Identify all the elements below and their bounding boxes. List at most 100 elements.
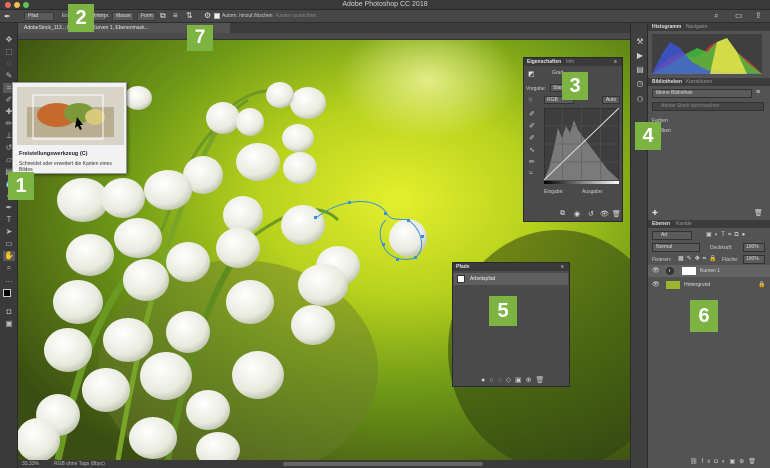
path-operations-icon[interactable]: ⧉ [160, 11, 166, 21]
layer-filter-icons[interactable]: ▣◐T⌗⧉● [706, 231, 748, 239]
library-select[interactable]: Meine Bibliothek [652, 89, 752, 98]
foreground-color-swatch[interactable] [3, 289, 11, 297]
tab-properties[interactable]: Eigenschaften [527, 58, 561, 66]
lock-icons[interactable]: ▦✎✥⌗🔒 [678, 255, 720, 263]
blend-mode-select[interactable]: Normal [652, 243, 700, 252]
tab-layers[interactable]: Ebenen [652, 220, 670, 228]
input-label: Eingabe: [544, 189, 564, 195]
layer-name-curves[interactable]: Kurven 1 [700, 265, 720, 277]
tool-mode-select[interactable]: Pfad [24, 12, 54, 21]
character-icon[interactable]: ⚇ [635, 95, 645, 105]
clock-icon[interactable]: ◷ [635, 79, 645, 89]
path-alignment-icon[interactable]: ≡ [173, 11, 178, 20]
tooltip-preview-image [17, 87, 124, 145]
curves-graph[interactable] [544, 108, 619, 180]
preset-label: Vorgabe: [526, 86, 547, 92]
library-menu-icon[interactable]: ≡ [756, 89, 760, 96]
target-adjust-icon[interactable]: ☟ [528, 96, 532, 104]
path-thumbnail [457, 275, 465, 283]
clip-layer-icon[interactable]: ⧉ [560, 210, 565, 218]
share-icon[interactable]: ⇪ [755, 11, 762, 20]
opacity-label: Deckkraft: [710, 245, 733, 251]
zoom-level[interactable]: 33,33% [22, 460, 39, 468]
reset-icon[interactable]: ↺ [588, 210, 594, 218]
curves-adjust-icon: ◩ [528, 71, 535, 78]
stock-search-input[interactable]: Adobe Stock durchsuchen [652, 102, 764, 111]
path-item[interactable]: Arbeitspfad [454, 273, 568, 285]
curve-point-icon[interactable]: ∿ [529, 146, 535, 154]
move-tool-icon[interactable]: ✥ [3, 35, 15, 45]
panel-menu-icon[interactable]: ≡ [561, 263, 564, 271]
layers-footer-icons[interactable]: ⛓fx◘◐▣⊕🗑 [690, 458, 760, 465]
play-icon[interactable]: ▶ [635, 51, 645, 61]
horizontal-scrollbar[interactable] [283, 462, 483, 466]
tab-libraries[interactable]: Bibliotheken [652, 78, 682, 86]
pencil-curve-icon[interactable]: ✏ [529, 158, 535, 166]
eyedropper-black-icon[interactable]: ✐ [529, 110, 535, 118]
tooltip-title: Freistellungswerkzeug (C) [19, 151, 88, 157]
opacity-input[interactable]: 100% [743, 243, 765, 252]
properties-panel-header: Eigenschaften Info ≡ [524, 58, 622, 66]
zoom-tool-icon[interactable]: ⌕ [3, 263, 15, 273]
title-bar: Adobe Photoshop CC 2018 [0, 0, 770, 10]
tool-tooltip: Freistellungswerkzeug (C) Schneidet oder… [12, 82, 127, 174]
pen-tool-icon[interactable]: ✒ [4, 12, 11, 21]
mask-button[interactable]: Masse [112, 12, 134, 21]
add-library-icon[interactable]: ✚ [652, 209, 658, 217]
adjust-tool-icon[interactable]: ⚒ [635, 37, 645, 47]
fill-input[interactable]: 100% [743, 255, 765, 264]
tab-navigator[interactable]: Navigator [686, 23, 707, 31]
quick-mask-icon[interactable]: ◘ [3, 307, 15, 317]
view-previous-icon[interactable]: ◉ [574, 210, 580, 218]
layer-filter-select[interactable]: Art [652, 231, 692, 240]
panel-menu-icon[interactable]: ≡ [614, 58, 617, 66]
shape-tool-icon[interactable]: ▭ [3, 239, 15, 249]
lasso-tool-icon[interactable]: ◌ [3, 59, 15, 69]
eyedropper-white-icon[interactable]: ✐ [529, 134, 535, 142]
workspace-icon[interactable]: ▭ [735, 11, 743, 20]
visibility-icon[interactable]: 👁 [600, 210, 609, 218]
auto-add-delete-label: Autom. hinzuf./löschen [222, 13, 273, 19]
document-tab-bar: AdobeStock_113... bei 33,3% (Kurven 1, E… [18, 23, 630, 33]
visibility-eye-icon[interactable]: 👁 [652, 265, 660, 277]
eyedropper-gray-icon[interactable]: ✐ [529, 122, 535, 130]
badge-6: 6 [690, 300, 718, 332]
quick-select-tool-icon[interactable]: ✎ [3, 71, 15, 81]
lock-label: Fixieren: [652, 257, 672, 263]
visibility-eye-icon[interactable]: 👁 [652, 279, 660, 291]
pen-tool-icon[interactable]: ✒ [3, 203, 15, 213]
path-arrangement-icon[interactable]: ⇅ [186, 11, 193, 20]
paths-panel-header: Pfade ≡ [453, 263, 569, 271]
tab-info[interactable]: Info [566, 58, 574, 66]
tab-histogram[interactable]: Histogramm [652, 23, 681, 31]
auto-button[interactable]: Auto [602, 96, 620, 104]
more-tools-icon[interactable]: … [3, 275, 15, 285]
histogram-graph [652, 34, 762, 74]
shape-button[interactable]: Form [137, 12, 156, 21]
badge-2: 2 [68, 4, 94, 32]
layer-mask-thumbnail[interactable] [682, 267, 696, 275]
trash-icon[interactable]: 🗑 [612, 210, 621, 218]
library-trash-icon[interactable]: 🗑 [754, 209, 763, 217]
horizontal-ruler [18, 33, 630, 40]
tab-paths[interactable]: Pfade [456, 263, 470, 271]
tooltip-description: Schneidet oder erweitert die Kanten eine… [19, 161, 112, 173]
layer-row-curves[interactable]: 👁 ◐ Kurven 1 [648, 265, 770, 277]
paths-footer-icons[interactable]: ●○◌◇▣⊕🗑 [481, 376, 548, 384]
tab-channels[interactable]: Kanäle [676, 220, 692, 228]
layer-name-background[interactable]: Hintergrund [684, 279, 710, 291]
path-select-icon[interactable]: ➤ [3, 227, 15, 237]
marquee-tool-icon[interactable]: ⬚ [3, 47, 15, 57]
document-info[interactable]: RGB ohne Tags (8bpc) [54, 460, 105, 468]
auto-add-delete-checkbox[interactable] [214, 13, 220, 19]
type-tool-icon[interactable]: T [3, 215, 15, 225]
properties-icon[interactable]: ▤ [635, 65, 645, 75]
tab-adjustments[interactable]: Korrekturen [686, 78, 712, 86]
screen-mode-icon[interactable]: ▣ [3, 319, 15, 329]
curves-adjust-icon: ◐ [666, 267, 674, 275]
hand-tool-icon[interactable]: ✋ [3, 251, 15, 261]
layer-row-background[interactable]: 👁 Hintergrund 🔒 [648, 279, 770, 291]
search-icon[interactable]: ⌕ [714, 11, 718, 21]
gear-icon[interactable]: ⚙ [204, 11, 211, 20]
smooth-curve-icon[interactable]: ≈ [529, 170, 533, 177]
